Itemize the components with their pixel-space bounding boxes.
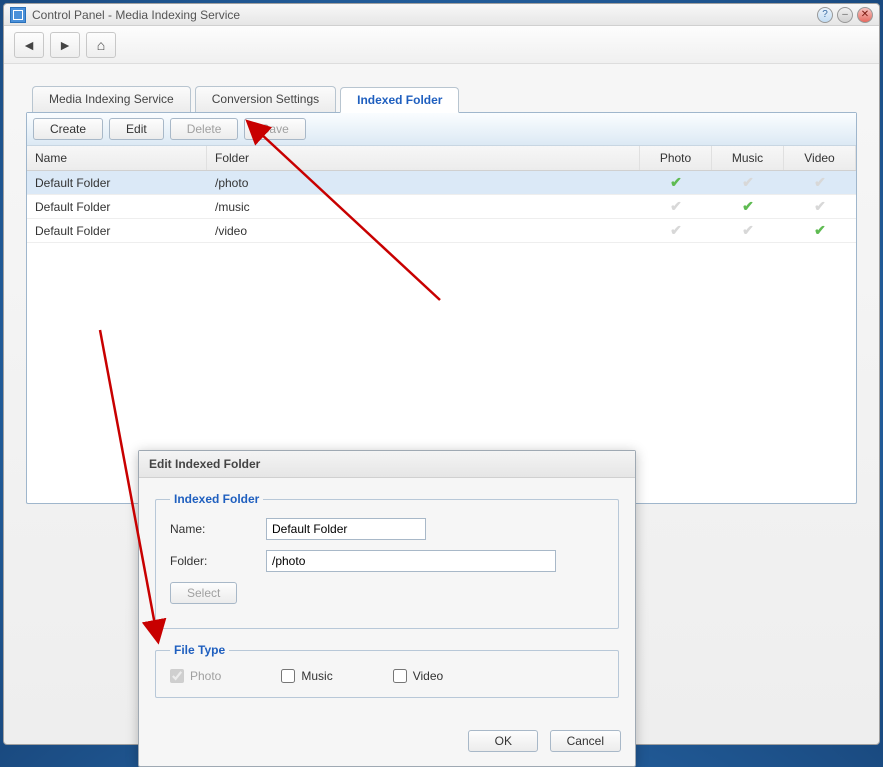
col-photo[interactable]: Photo bbox=[640, 146, 712, 170]
fieldset-file-type: File Type Photo Music Video bbox=[155, 643, 619, 698]
legend-file-type: File Type bbox=[170, 643, 229, 657]
cell-photo: ✔ bbox=[640, 219, 712, 242]
app-icon bbox=[10, 7, 26, 23]
name-input[interactable] bbox=[266, 518, 426, 540]
cell-video: ✔ bbox=[784, 219, 856, 242]
cell-video: ✔ bbox=[784, 195, 856, 218]
home-button[interactable]: ⌂ bbox=[86, 32, 116, 58]
save-button[interactable]: Save bbox=[244, 118, 305, 140]
check-icon: ✔ bbox=[670, 174, 682, 190]
tab-media-indexing[interactable]: Media Indexing Service bbox=[32, 86, 191, 112]
cell-video: ✔ bbox=[784, 171, 856, 194]
check-icon: ✔ bbox=[742, 174, 754, 190]
col-music[interactable]: Music bbox=[712, 146, 784, 170]
checkbox-photo-label: Photo bbox=[190, 669, 221, 683]
dialog-footer: OK Cancel bbox=[139, 720, 635, 766]
edit-button[interactable]: Edit bbox=[109, 118, 164, 140]
arrow-right-icon: ► bbox=[58, 37, 72, 53]
tabs: Media Indexing Service Conversion Settin… bbox=[32, 86, 857, 112]
cell-folder: /video bbox=[207, 221, 640, 241]
home-icon: ⌂ bbox=[97, 37, 105, 53]
cell-name: Default Folder bbox=[27, 173, 207, 193]
checkbox-music[interactable]: Music bbox=[281, 669, 332, 683]
navbar: ◄ ► ⌂ bbox=[4, 26, 879, 64]
table-header: Name Folder Photo Music Video bbox=[27, 146, 856, 171]
check-icon: ✔ bbox=[670, 222, 682, 238]
table-row[interactable]: Default Folder /video ✔ ✔ ✔ bbox=[27, 219, 856, 243]
table-row[interactable]: Default Folder /photo ✔ ✔ ✔ bbox=[27, 171, 856, 195]
cell-music: ✔ bbox=[712, 171, 784, 194]
cell-music: ✔ bbox=[712, 195, 784, 218]
cancel-button[interactable]: Cancel bbox=[550, 730, 621, 752]
check-icon: ✔ bbox=[670, 198, 682, 214]
check-icon: ✔ bbox=[742, 222, 754, 238]
check-icon: ✔ bbox=[814, 174, 826, 190]
dialog-body: Indexed Folder Name: Folder: Select File… bbox=[139, 478, 635, 720]
create-button[interactable]: Create bbox=[33, 118, 103, 140]
help-button[interactable]: ? bbox=[817, 7, 833, 23]
col-video[interactable]: Video bbox=[784, 146, 856, 170]
panel: Create Edit Delete Save Name Folder Phot… bbox=[26, 112, 857, 504]
select-button[interactable]: Select bbox=[170, 582, 237, 604]
check-icon: ✔ bbox=[814, 198, 826, 214]
checkbox-video-input[interactable] bbox=[393, 669, 407, 683]
arrow-left-icon: ◄ bbox=[22, 37, 36, 53]
cell-folder: /music bbox=[207, 197, 640, 217]
toolbar: Create Edit Delete Save bbox=[27, 113, 856, 146]
cell-photo: ✔ bbox=[640, 171, 712, 194]
legend-indexed-folder: Indexed Folder bbox=[170, 492, 263, 506]
col-folder[interactable]: Folder bbox=[207, 146, 640, 170]
minimize-button[interactable]: – bbox=[837, 7, 853, 23]
checkbox-music-input[interactable] bbox=[281, 669, 295, 683]
tab-indexed-folder[interactable]: Indexed Folder bbox=[340, 87, 459, 113]
titlebar: Control Panel - Media Indexing Service ?… bbox=[4, 4, 879, 26]
close-button[interactable]: ✕ bbox=[857, 7, 873, 23]
table-body: Default Folder /photo ✔ ✔ ✔ Default Fold… bbox=[27, 171, 856, 243]
cell-music: ✔ bbox=[712, 219, 784, 242]
checkbox-music-label: Music bbox=[301, 669, 332, 683]
cell-name: Default Folder bbox=[27, 197, 207, 217]
window-title: Control Panel - Media Indexing Service bbox=[32, 8, 817, 22]
cell-folder: /photo bbox=[207, 173, 640, 193]
check-icon: ✔ bbox=[814, 222, 826, 238]
delete-button[interactable]: Delete bbox=[170, 118, 239, 140]
col-name[interactable]: Name bbox=[27, 146, 207, 170]
table-row[interactable]: Default Folder /music ✔ ✔ ✔ bbox=[27, 195, 856, 219]
folder-input[interactable] bbox=[266, 550, 556, 572]
checkbox-video-label: Video bbox=[413, 669, 443, 683]
name-label: Name: bbox=[170, 522, 266, 536]
checkbox-photo-input bbox=[170, 669, 184, 683]
checkbox-video[interactable]: Video bbox=[393, 669, 443, 683]
cell-photo: ✔ bbox=[640, 195, 712, 218]
cell-name: Default Folder bbox=[27, 221, 207, 241]
dialog-title: Edit Indexed Folder bbox=[139, 451, 635, 478]
check-icon: ✔ bbox=[742, 198, 754, 214]
ok-button[interactable]: OK bbox=[468, 730, 538, 752]
folder-label: Folder: bbox=[170, 554, 266, 568]
forward-button[interactable]: ► bbox=[50, 32, 80, 58]
back-button[interactable]: ◄ bbox=[14, 32, 44, 58]
checkbox-photo: Photo bbox=[170, 669, 221, 683]
tab-conversion-settings[interactable]: Conversion Settings bbox=[195, 86, 336, 112]
edit-dialog: Edit Indexed Folder Indexed Folder Name:… bbox=[138, 450, 636, 767]
fieldset-indexed-folder: Indexed Folder Name: Folder: Select bbox=[155, 492, 619, 629]
